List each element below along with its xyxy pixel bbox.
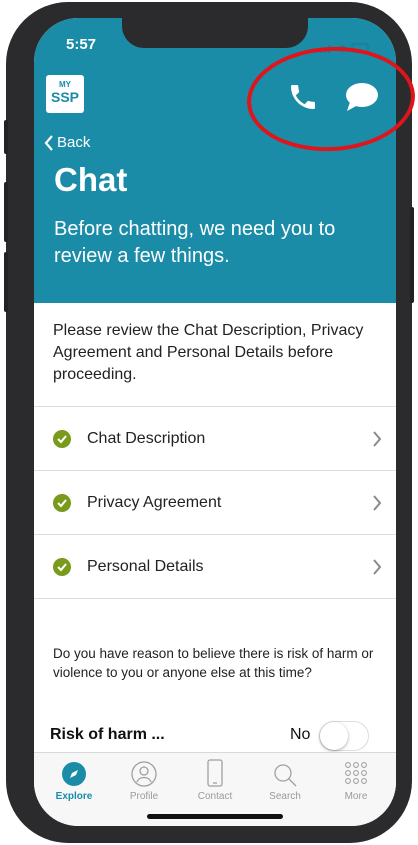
page-title: Chat [54, 161, 128, 198]
tab-search[interactable]: Search [255, 757, 315, 802]
status-time: 5:57 [66, 36, 97, 53]
volume-up-button [4, 182, 8, 242]
grid-dots-icon [326, 757, 386, 787]
chevron-right-icon [373, 558, 382, 575]
intro-text: Please review the Chat Description, Priv… [53, 322, 364, 383]
tab-contact[interactable]: Contact [185, 757, 245, 802]
chevron-right-icon [373, 430, 382, 447]
chevron-left-icon [44, 134, 53, 151]
tab-explore[interactable]: Explore [44, 757, 104, 802]
back-button[interactable]: Back [44, 134, 90, 151]
list-item-privacy-agreement[interactable]: Privacy Agreement [34, 471, 396, 534]
logo-line-1: MY [59, 80, 71, 89]
tab-more[interactable]: More [326, 757, 386, 802]
risk-label: Risk of harm ... [50, 726, 165, 743]
tab-label: Explore [55, 791, 93, 802]
check-circle-icon [53, 557, 71, 576]
app-logo[interactable]: MY SSP [46, 75, 84, 113]
compass-icon [44, 757, 104, 787]
chevron-right-icon [373, 494, 382, 511]
mute-switch [4, 120, 8, 154]
check-circle-icon [53, 429, 71, 448]
tab-label: Search [269, 791, 301, 802]
tab-profile[interactable]: Profile [114, 757, 174, 802]
tab-label: Profile [129, 791, 159, 802]
risk-question: Do you have reason to believe there is r… [53, 646, 374, 680]
list-item-label: Privacy Agreement [87, 493, 222, 511]
mobile-phone-icon [185, 757, 245, 787]
logo-line-2: SSP [50, 89, 79, 105]
check-circle-icon [53, 493, 71, 512]
list-item-personal-details[interactable]: Personal Details [34, 535, 396, 598]
tab-label: More [344, 791, 368, 802]
toggle-knob [320, 722, 348, 750]
list-item-label: Personal Details [87, 557, 204, 575]
list-item-chat-description[interactable]: Chat Description [34, 407, 396, 470]
tab-label: Contact [197, 791, 233, 802]
home-indicator [147, 814, 283, 819]
search-icon [255, 757, 315, 787]
back-label: Back [57, 134, 91, 151]
notch [122, 18, 308, 48]
profile-icon [114, 757, 174, 787]
side-button [410, 207, 414, 303]
page-subtitle: Before chatting, we need you to review a… [54, 218, 336, 267]
divider [34, 598, 396, 599]
toggle-value: No [290, 726, 311, 743]
list-item-label: Chat Description [87, 429, 206, 447]
volume-down-button [4, 252, 8, 312]
risk-toggle[interactable] [319, 721, 369, 751]
